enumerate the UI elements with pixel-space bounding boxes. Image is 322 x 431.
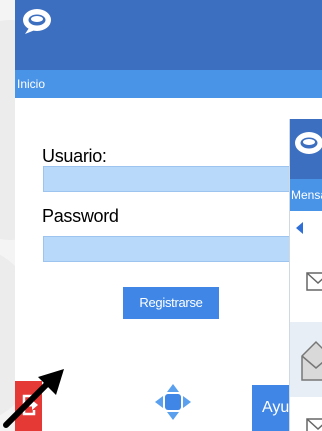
pointer-arrow-icon — [0, 363, 70, 431]
list-item[interactable] — [290, 261, 322, 313]
envelope-icon — [306, 271, 322, 298]
username-input[interactable] — [43, 166, 322, 192]
chat-logo-icon — [21, 6, 53, 41]
messages-title: Mensajes — [291, 188, 322, 202]
desktop-stage: Inicio Usuario: Password Registrarse Ayu… — [0, 0, 322, 431]
list-item[interactable] — [290, 322, 322, 397]
navigation-bar: Inicio — [15, 70, 322, 98]
messages-window: Mensajes — [289, 119, 322, 431]
password-label: Password — [42, 206, 119, 226]
dpad-control[interactable] — [153, 382, 193, 427]
app-header — [15, 0, 322, 70]
messages-nav-bar: Mensajes — [290, 179, 322, 211]
register-button[interactable]: Registrarse — [123, 287, 219, 319]
envelope-icon — [306, 417, 322, 431]
chat-logo-icon — [293, 129, 322, 164]
back-arrow-icon — [294, 221, 304, 240]
username-label: Usuario: — [42, 146, 107, 166]
dpad-icon — [153, 384, 193, 426]
back-button[interactable] — [290, 211, 322, 245]
list-item[interactable] — [290, 407, 322, 431]
open-envelope-icon — [300, 336, 322, 387]
messages-header — [290, 119, 322, 179]
page-title: Inicio — [17, 77, 46, 91]
password-input[interactable] — [43, 236, 322, 262]
